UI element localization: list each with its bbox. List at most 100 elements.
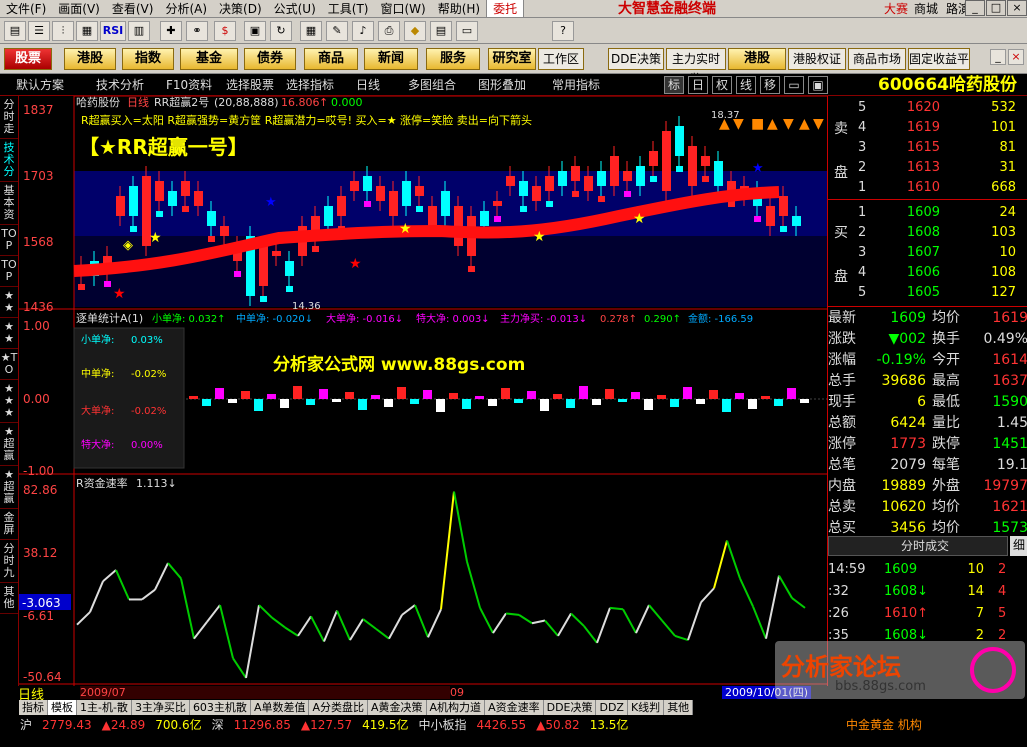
menu-view[interactable]: 画面(V): [52, 0, 106, 17]
diamond-icon[interactable]: ◆: [404, 21, 426, 41]
pen-icon[interactable]: ✎: [326, 21, 348, 41]
status-news[interactable]: 中金黄金 机构: [846, 717, 922, 733]
overlay[interactable]: 图形叠加: [478, 76, 526, 94]
tab-bond[interactable]: 债券: [244, 48, 296, 70]
tab-commodity[interactable]: 商品: [304, 48, 358, 70]
tech-analysis[interactable]: 技术分析: [96, 76, 144, 94]
print-icon[interactable]: ⎙: [378, 21, 400, 41]
buy-row[interactable]: 5 1605 127: [828, 283, 1027, 303]
mall-link[interactable]: 商城: [908, 0, 944, 17]
left-tab-5[interactable]: ★★: [0, 287, 18, 318]
bottom-tab-9[interactable]: A资金速率: [485, 700, 544, 715]
window-icon[interactable]: ▣: [244, 21, 266, 41]
left-tab-12[interactable]: 分时九: [0, 540, 18, 583]
bell-icon[interactable]: ♪: [352, 21, 374, 41]
sell-row[interactable]: 2 1613 31: [828, 158, 1027, 178]
chart-icon[interactable]: ▥: [128, 21, 150, 41]
table-icon[interactable]: ▦: [300, 21, 322, 41]
day-button[interactable]: 日: [688, 76, 708, 94]
tab-hk[interactable]: 港股: [64, 48, 116, 70]
kline-icon[interactable]: ⫶: [52, 21, 74, 41]
f10-info[interactable]: F10资料: [166, 76, 212, 94]
bottom-tab-8[interactable]: A机构力道: [427, 700, 486, 715]
minimize-icon[interactable]: _: [965, 0, 985, 16]
left-tab-11[interactable]: 金屏: [0, 509, 18, 540]
open-icon[interactable]: ▤: [4, 21, 26, 41]
sell-row[interactable]: 4 1619 101: [828, 118, 1027, 138]
rsi-icon[interactable]: RSI: [100, 21, 126, 41]
left-tab-0[interactable]: 分时走: [0, 96, 18, 139]
tab-hk-warrant[interactable]: 港股权证: [788, 48, 846, 70]
buy-row[interactable]: 4 1606 108: [828, 263, 1027, 283]
tab-hk-stock[interactable]: 港股: [728, 48, 786, 70]
tab-research[interactable]: 研究室: [488, 48, 536, 70]
menu-analysis[interactable]: 分析(A): [159, 0, 213, 17]
bottom-tab-2[interactable]: 1主-机-散: [77, 700, 132, 715]
left-tab-10[interactable]: ★超赢: [0, 466, 18, 509]
left-tab-9[interactable]: ★超赢: [0, 423, 18, 466]
maximize-icon[interactable]: □: [986, 0, 1006, 16]
bottom-tab-1[interactable]: 模板: [48, 700, 77, 715]
link-icon[interactable]: ⚭: [186, 21, 208, 41]
left-tab-6[interactable]: ★★: [0, 318, 18, 349]
tab-index[interactable]: 指数: [122, 48, 174, 70]
sell-row[interactable]: 1 1610 668: [828, 178, 1027, 198]
tab-fixed-income[interactable]: 固定收益平: [908, 48, 970, 70]
left-tab-3[interactable]: TOP: [0, 225, 18, 256]
refresh-icon[interactable]: ↻: [270, 21, 292, 41]
close-panel-icon[interactable]: ×: [1008, 49, 1024, 65]
notes-icon[interactable]: ▭: [456, 21, 478, 41]
tab-workspace[interactable]: 工作区: [538, 48, 584, 70]
mark-button[interactable]: 标: [664, 76, 684, 94]
left-tab-2[interactable]: 基本资: [0, 182, 18, 225]
bottom-tab-12[interactable]: K线判: [628, 700, 665, 715]
menu-help[interactable]: 帮助(H): [432, 0, 486, 17]
multi-chart[interactable]: 多图组合: [408, 76, 456, 94]
menu-formula[interactable]: 公式(U): [268, 0, 322, 17]
entrust-button[interactable]: 委托: [486, 0, 525, 18]
dollar-icon[interactable]: $: [214, 21, 236, 41]
expand-icon[interactable]: ▣: [808, 76, 828, 94]
common-indicator[interactable]: 常用指标: [552, 76, 600, 94]
left-tab-4[interactable]: TOP: [0, 256, 18, 287]
select-stock[interactable]: 选择股票: [226, 76, 274, 94]
grid-icon[interactable]: ▦: [76, 21, 98, 41]
book-icon[interactable]: ▤: [430, 21, 452, 41]
chart-area[interactable]: 哈药股份 日线 RR超赢2号 (20,88,888) 16.806 ↑ 0.00…: [19, 96, 827, 686]
buy-row[interactable]: 3 1607 10: [828, 243, 1027, 263]
window-icon[interactable]: ▭: [784, 76, 804, 94]
bottom-tab-3[interactable]: 3主净买比: [132, 700, 190, 715]
min-icon[interactable]: _: [990, 49, 1006, 65]
bottom-tab-11[interactable]: DDZ: [596, 700, 628, 715]
tab-fund[interactable]: 基金: [180, 48, 238, 70]
help-icon[interactable]: ?: [552, 21, 574, 41]
bottom-tab-6[interactable]: A分类盘比: [309, 700, 368, 715]
default-scheme[interactable]: 默认方案: [16, 76, 64, 94]
buy-row[interactable]: 2 1608 103: [828, 223, 1027, 243]
select-indicator[interactable]: 选择指标: [286, 76, 334, 94]
tab-news[interactable]: 新闻: [364, 48, 418, 70]
tab-commodity-market[interactable]: 商品市场: [848, 48, 906, 70]
menu-file[interactable]: 文件(F): [0, 0, 52, 17]
move-button[interactable]: 移: [760, 76, 780, 94]
bottom-tab-7[interactable]: A黄金决策: [368, 700, 427, 715]
sell-row[interactable]: 3 1615 81: [828, 138, 1027, 158]
menu-look[interactable]: 查看(V): [106, 0, 160, 17]
menu-decision[interactable]: 决策(D): [213, 0, 268, 17]
tab-stocks[interactable]: 股票: [4, 48, 52, 70]
tab-service[interactable]: 服务: [426, 48, 480, 70]
compass-icon[interactable]: ✚: [160, 21, 182, 41]
left-tab-7[interactable]: ★TO: [0, 349, 18, 380]
menu-window[interactable]: 窗口(W): [374, 0, 431, 17]
left-tab-8[interactable]: ★★★: [0, 380, 18, 423]
rights-button[interactable]: 权: [712, 76, 732, 94]
daily-line[interactable]: 日线: [356, 76, 380, 94]
menu-tools[interactable]: 工具(T): [322, 0, 375, 17]
left-tab-13[interactable]: 其他: [0, 583, 18, 614]
bottom-tab-4[interactable]: 603主机散: [190, 700, 251, 715]
tab-dde[interactable]: DDE决策: [608, 48, 664, 70]
buy-row[interactable]: 1 1609 24: [828, 203, 1027, 223]
bottom-tab-10[interactable]: DDE决策: [544, 700, 597, 715]
bottom-tab-5[interactable]: A单数差值: [251, 700, 310, 715]
tab-main-monitor[interactable]: 主力实时监: [666, 48, 726, 86]
